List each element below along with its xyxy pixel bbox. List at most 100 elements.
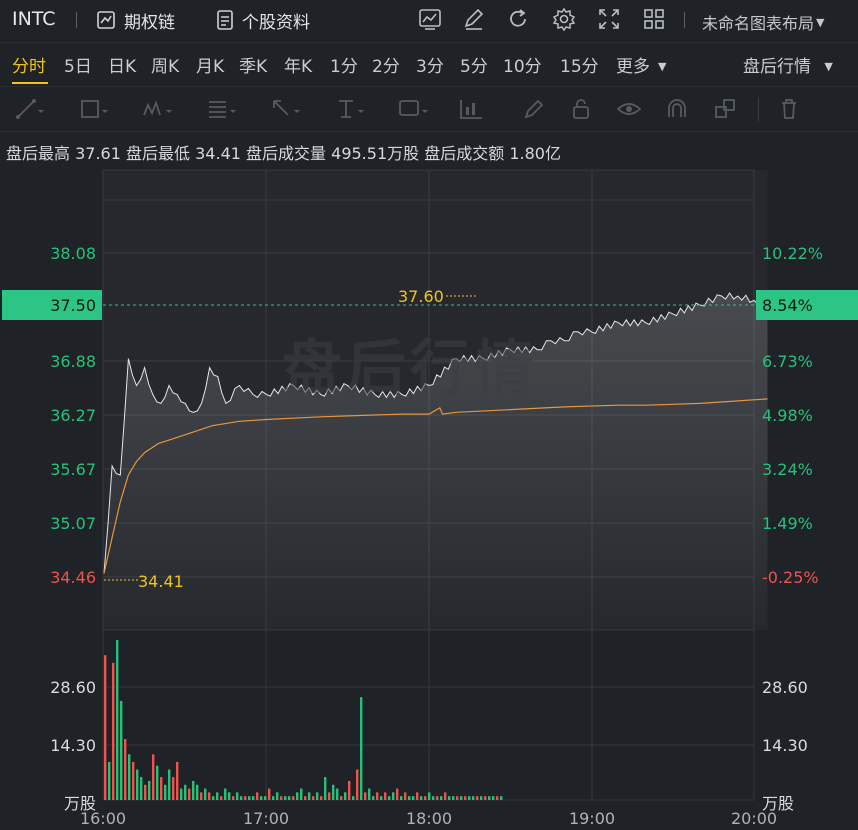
top-toolbar: INTC 期权链 个股资料 未命名图表布局 ▼: [0, 0, 858, 43]
wave-tool-icon[interactable]: [142, 97, 172, 121]
volume-bar: [468, 796, 471, 800]
pct-axis-label: 4.98%: [762, 406, 813, 425]
active-tab-indicator: [12, 82, 48, 84]
eye-icon[interactable]: [616, 97, 646, 121]
volume-bar: [344, 792, 347, 800]
pen-edit-icon[interactable]: [461, 6, 487, 32]
annotation-tool-icon[interactable]: [398, 97, 428, 121]
volume-bar: [308, 792, 311, 800]
volume-bar: [248, 796, 251, 800]
tab-10[interactable]: 5分: [460, 52, 488, 77]
volume-bar: [196, 784, 199, 800]
volume-bar: [304, 796, 307, 800]
arrow-tool-icon[interactable]: [270, 97, 300, 121]
volume-bar: [260, 796, 263, 800]
volume-value: 495.51万股: [331, 144, 420, 163]
volume-bar: [104, 655, 107, 800]
volume-bar: [372, 796, 375, 800]
pct-axis-label: 3.24%: [762, 460, 813, 479]
tab-13[interactable]: 更多 ▼: [616, 52, 666, 77]
volume-bar: [216, 792, 219, 800]
volume-bar: [208, 792, 211, 800]
tab-9[interactable]: 3分: [416, 52, 444, 77]
tab-6[interactable]: 年K: [284, 52, 312, 77]
refresh-icon[interactable]: [505, 6, 531, 32]
dropdown-arrow-icon: ▼: [658, 60, 667, 73]
time-axis-label: 20:00: [731, 809, 777, 828]
rectangle-tool-icon[interactable]: [78, 97, 108, 121]
volume-bar: [456, 796, 459, 800]
drawing-toolbar: [0, 86, 858, 132]
gear-icon[interactable]: [551, 6, 577, 32]
volume-bar: [328, 792, 331, 800]
volume-bar: [244, 796, 247, 800]
tab-8[interactable]: 2分: [372, 52, 400, 77]
layers-icon[interactable]: [712, 97, 742, 121]
magnet-icon[interactable]: [664, 97, 694, 121]
volume-bar: [460, 796, 463, 800]
tab-0[interactable]: 分时: [12, 52, 46, 77]
volume-bar: [356, 769, 359, 800]
chart-type-icon[interactable]: [417, 6, 443, 32]
volume-bar: [128, 754, 131, 800]
volume-bar: [156, 765, 159, 800]
price-axis-label: 36.27: [50, 406, 96, 425]
tab-1[interactable]: 5日: [64, 52, 92, 77]
stock-profile-button[interactable]: 个股资料: [216, 7, 310, 33]
line-tool-icon[interactable]: [14, 97, 44, 121]
volume-bar: [424, 796, 427, 800]
trash-icon[interactable]: [776, 97, 806, 121]
time-axis-label: 16:00: [80, 809, 126, 828]
after-hours-menu[interactable]: 盘后行情 ▼: [743, 52, 833, 77]
volume-bar: [416, 792, 419, 800]
volume-bar: [120, 700, 123, 800]
lock-icon[interactable]: [568, 97, 598, 121]
fibonacci-tool-icon[interactable]: [206, 97, 236, 121]
volume-bar: [484, 796, 487, 800]
volume-bar: [236, 792, 239, 800]
volume-bar: [272, 796, 275, 800]
volume-bar: [408, 796, 411, 800]
fullscreen-icon[interactable]: [596, 6, 622, 32]
grid-layout-icon[interactable]: [641, 6, 667, 32]
price-axis-label: 35.07: [50, 514, 96, 533]
tab-5[interactable]: 季K: [239, 52, 267, 77]
volume-bar: [332, 784, 335, 800]
tab-4[interactable]: 月K: [196, 52, 224, 77]
volume-bar: [360, 697, 363, 800]
volume-bar: [164, 784, 167, 800]
volume-bar: [148, 780, 151, 800]
volume-bar: [132, 761, 135, 800]
tab-3[interactable]: 周K: [151, 52, 179, 77]
volume-bar: [352, 796, 355, 800]
tab-11[interactable]: 10分: [503, 52, 542, 77]
tab-2[interactable]: 日K: [108, 52, 136, 77]
turnover-value: 1.80亿: [509, 144, 561, 163]
volume-bar: [152, 754, 155, 800]
volume-bar: [404, 792, 407, 800]
volume-bar: [192, 780, 195, 800]
tab-12[interactable]: 15分: [560, 52, 599, 77]
text-cursor-tool-icon[interactable]: [334, 97, 364, 121]
volume-bar: [428, 792, 431, 800]
pct-axis-label: 6.73%: [762, 352, 813, 371]
divider: [684, 12, 685, 28]
tab-7[interactable]: 1分: [330, 52, 358, 77]
volume-bar: [228, 792, 231, 800]
measure-tool-icon[interactable]: [458, 97, 488, 121]
volume-bar: [292, 796, 295, 800]
volume-bar: [224, 788, 227, 800]
layout-selector[interactable]: 未命名图表布局 ▼: [702, 10, 824, 34]
volume-bar: [252, 796, 255, 800]
brush-tool-icon[interactable]: [520, 97, 550, 121]
volume-bar: [172, 777, 175, 800]
volume-bar: [268, 788, 271, 800]
volume-bar: [188, 788, 191, 800]
divider: [758, 97, 759, 121]
options-chain-button[interactable]: 期权链: [96, 7, 175, 33]
volume-bar: [348, 780, 351, 800]
low-value: 34.41: [195, 144, 241, 163]
ticker-symbol[interactable]: INTC: [12, 8, 56, 30]
volume-bar: [388, 796, 391, 800]
volume-bar: [432, 796, 435, 800]
